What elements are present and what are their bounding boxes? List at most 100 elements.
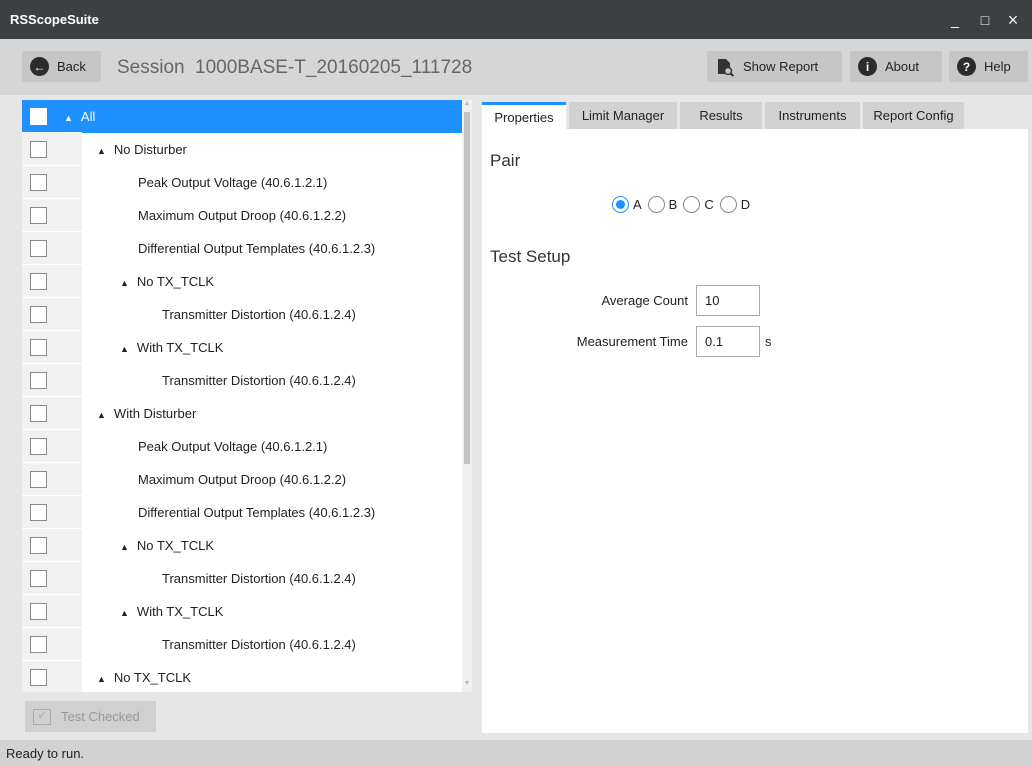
test-checked-icon: ✓	[33, 708, 51, 725]
tree-row-label: Differential Output Templates (40.6.1.2.…	[138, 505, 376, 520]
tree-row-label-wrap: Transmitter Distortion (40.6.1.2.4)	[162, 373, 356, 388]
tree-row[interactable]: Differential Output Templates (40.6.1.2.…	[22, 496, 462, 529]
radio-c-icon[interactable]	[683, 196, 701, 213]
tree-row[interactable]: Transmitter Distortion (40.6.1.2.4)	[22, 562, 462, 595]
tree-row[interactable]: Peak Output Voltage (40.6.1.2.1)	[22, 166, 462, 199]
test-checked-label: Test Checked	[61, 709, 140, 724]
tree-row[interactable]: Transmitter Distortion (40.6.1.2.4)	[22, 364, 462, 397]
tree-row-checkbox-cell	[22, 265, 82, 298]
pair-radio-c[interactable]: C	[683, 196, 714, 213]
help-button[interactable]: ? Help	[949, 51, 1028, 82]
tree-row-checkbox[interactable]	[30, 306, 47, 323]
tree-row-label-wrap: ▲ No TX_TCLK	[120, 538, 214, 553]
close-icon[interactable]: ×	[1002, 10, 1024, 30]
tree-row[interactable]: ▲ With TX_TCLK	[22, 595, 462, 628]
help-label: Help	[984, 59, 1011, 74]
tree-row-checkbox[interactable]	[30, 438, 47, 455]
radio-a-icon[interactable]	[612, 196, 629, 213]
tab-instruments[interactable]: Instruments	[765, 102, 860, 129]
tab-results[interactable]: Results	[680, 102, 762, 129]
tree-row-checkbox-cell	[22, 232, 82, 265]
tree-row[interactable]: ▲ No TX_TCLK	[22, 661, 462, 692]
pair-radio-b[interactable]: B	[647, 196, 677, 213]
tree-row[interactable]: Differential Output Templates (40.6.1.2.…	[22, 232, 462, 265]
tree-row[interactable]: Maximum Output Droop (40.6.1.2.2)	[22, 463, 462, 496]
tree-row[interactable]: ▲ No Disturber	[22, 133, 462, 166]
collapse-triangle-icon[interactable]: ▲	[97, 146, 106, 156]
test-tree[interactable]: ▲ All ▲ No Disturber Peak Output Voltage (40…	[22, 100, 462, 692]
tree-row-checkbox[interactable]	[30, 636, 47, 653]
tree-row-checkbox[interactable]	[30, 108, 47, 125]
tab-limit-manager[interactable]: Limit Manager	[569, 102, 677, 129]
tab-report-config[interactable]: Report Config	[863, 102, 964, 129]
collapse-triangle-icon[interactable]: ▲	[120, 344, 129, 354]
tree-row-checkbox[interactable]	[30, 405, 47, 422]
tree-row[interactable]: Maximum Output Droop (40.6.1.2.2)	[22, 199, 462, 232]
tree-row[interactable]: Peak Output Voltage (40.6.1.2.1)	[22, 430, 462, 463]
tree-row-checkbox-cell	[22, 364, 82, 397]
maximize-icon[interactable]: □	[974, 10, 996, 30]
tree-row[interactable]: ▲ With TX_TCLK	[22, 331, 462, 364]
tree-row-checkbox[interactable]	[30, 207, 47, 224]
tab-properties[interactable]: Properties	[482, 102, 566, 129]
tree-row[interactable]: Transmitter Distortion (40.6.1.2.4)	[22, 628, 462, 661]
measurement-time-label: Measurement Time	[576, 334, 688, 349]
tree-row-checkbox[interactable]	[30, 372, 47, 389]
pair-title: Pair	[490, 151, 521, 170]
tree-row-checkbox[interactable]	[30, 504, 47, 521]
tree-row-checkbox[interactable]	[30, 603, 47, 620]
scrollbar-thumb[interactable]	[464, 112, 470, 464]
collapse-triangle-icon[interactable]: ▲	[97, 674, 106, 684]
minimize-icon[interactable]: _	[944, 10, 966, 30]
tree-row[interactable]: ▲ No TX_TCLK	[22, 529, 462, 562]
tree-row[interactable]: Transmitter Distortion (40.6.1.2.4)	[22, 298, 462, 331]
collapse-triangle-icon[interactable]: ▲	[120, 278, 129, 288]
tree-row-checkbox[interactable]	[30, 471, 47, 488]
about-button[interactable]: i About	[850, 51, 942, 82]
pair-radio-d[interactable]: D	[719, 196, 750, 213]
tree-row-checkbox[interactable]	[30, 174, 47, 191]
tree-row-checkbox-cell	[22, 331, 82, 364]
title-bar: RSScopeSuite _ □ ×	[0, 0, 1032, 39]
collapse-triangle-icon[interactable]: ▲	[120, 608, 129, 618]
radio-d-icon[interactable]	[719, 196, 737, 213]
measurement-time-input[interactable]: 0.1	[696, 326, 760, 357]
scroll-up-icon[interactable]: ▲	[462, 100, 472, 110]
tree-row-checkbox-cell	[22, 496, 82, 529]
tree-row-checkbox[interactable]	[30, 339, 47, 356]
collapse-triangle-icon[interactable]: ▲	[120, 542, 129, 552]
tree-row-checkbox[interactable]	[30, 537, 47, 554]
tree-row-checkbox-cell	[22, 661, 82, 692]
about-label: About	[885, 59, 919, 74]
tree-row-checkbox[interactable]	[30, 669, 47, 686]
tree-row-checkbox[interactable]	[30, 141, 47, 158]
collapse-triangle-icon[interactable]: ▲	[64, 113, 73, 123]
session-name: 1000BASE-T_20160205_111728	[195, 57, 473, 78]
pair-radio-a[interactable]: A	[612, 196, 642, 213]
pair-radio-a-label: A	[633, 197, 642, 212]
tree-row-label: Transmitter Distortion (40.6.1.2.4)	[162, 571, 356, 586]
tree-row-label: Transmitter Distortion (40.6.1.2.4)	[162, 373, 356, 388]
back-button[interactable]: ← Back	[22, 51, 101, 82]
tab-bar: Properties Limit Manager Results Instrum…	[482, 102, 1028, 129]
test-checked-button[interactable]: ✓ Test Checked	[25, 701, 156, 732]
tree-row[interactable]: ▲ With Disturber	[22, 397, 462, 430]
tree-row-checkbox[interactable]	[30, 240, 47, 257]
average-count-input[interactable]: 10	[696, 285, 760, 316]
tree-row-checkbox-cell	[22, 199, 82, 232]
tree-row-label-wrap: ▲ All	[64, 109, 95, 124]
tree-row-checkbox-cell	[22, 397, 82, 430]
tree-scrollbar[interactable]: ▲ ▼	[462, 100, 472, 692]
radio-b-icon[interactable]	[647, 196, 665, 213]
tree-row[interactable]: ▲ No TX_TCLK	[22, 265, 462, 298]
tree-row-label: Differential Output Templates (40.6.1.2.…	[138, 241, 376, 256]
tree-row-checkbox[interactable]	[30, 570, 47, 587]
tree-row[interactable]: ▲ All	[22, 100, 462, 133]
collapse-triangle-icon[interactable]: ▲	[97, 410, 106, 420]
info-icon: i	[858, 57, 877, 76]
show-report-button[interactable]: Show Report	[707, 51, 842, 82]
tree-row-checkbox[interactable]	[30, 273, 47, 290]
tree-row-label: No TX_TCLK	[136, 538, 214, 553]
scroll-down-icon[interactable]: ▼	[462, 680, 472, 690]
toolbar: ← Back Session 1000BASE-T_20160205_11172…	[0, 39, 1032, 95]
